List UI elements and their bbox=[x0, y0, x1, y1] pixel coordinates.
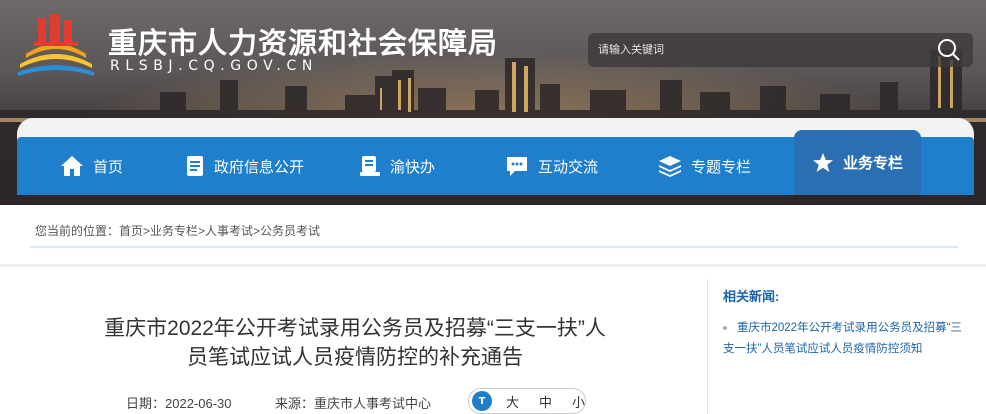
font-size-icon: T bbox=[472, 391, 492, 411]
nav-label: 互动交流 bbox=[538, 157, 599, 176]
search-input[interactable] bbox=[598, 40, 918, 60]
nav-label: 专题专栏 bbox=[691, 157, 752, 176]
home-icon bbox=[61, 156, 83, 176]
font-size-small[interactable]: 小 bbox=[572, 392, 585, 411]
nav-label: 渝快办 bbox=[390, 157, 436, 176]
page: 重庆市人力资源和社会保障局 RLSBJ.CQ.GOV.CN 首页 政府信息公开 … bbox=[0, 0, 986, 414]
nav-label: 政府信息公开 bbox=[214, 157, 305, 176]
article-title-line1: 重庆市2022年公开考试录用公务员及招募“三支一扶”人 bbox=[104, 317, 606, 340]
bullet-icon bbox=[723, 325, 727, 330]
font-size-switcher: T 大 中 小 bbox=[468, 388, 586, 414]
service-icon bbox=[360, 156, 380, 176]
related-news-link[interactable]: 重庆市2022年公开考试录用公务员及招募“三支一扶”人员笔试应试人员疫情防控须知 bbox=[723, 322, 962, 355]
nav-item-interaction[interactable]: 互动交流 bbox=[505, 137, 598, 195]
breadcrumb-path[interactable]: 首页>业务专栏>人事考试>公务员考试 bbox=[119, 222, 320, 239]
site-domain: RLSBJ.CQ.GOV.CN bbox=[110, 58, 318, 74]
nav-item-business[interactable]: 业务专栏 bbox=[794, 130, 922, 195]
nav-item-home[interactable]: 首页 bbox=[60, 137, 123, 195]
nav-item-yukuaiban[interactable]: 渝快办 bbox=[359, 137, 435, 195]
nav-item-gov-info[interactable]: 政府信息公开 bbox=[185, 137, 304, 195]
star-icon bbox=[813, 152, 833, 172]
chat-icon bbox=[507, 157, 527, 176]
nav-label: 首页 bbox=[93, 157, 124, 176]
section-divider bbox=[0, 264, 986, 267]
article-title: 重庆市2022年公开考试录用公务员及招募“三支一扶”人 员笔试应试人员疫情防控的… bbox=[30, 314, 680, 372]
sidebar-divider bbox=[707, 279, 708, 414]
related-heading: 相关新闻: bbox=[723, 289, 780, 304]
article-title-line2: 员笔试应试人员疫情防控的补充通告 bbox=[187, 346, 523, 369]
breadcrumb: 您当前的位置：首页>业务专栏>人事考试>公务员考试 bbox=[30, 222, 958, 248]
search-box bbox=[588, 33, 973, 67]
article-source: 来源：重庆市人事考试中心 bbox=[275, 396, 432, 411]
article-date: 日期：2022-06-30 bbox=[126, 396, 232, 411]
site-title: 重庆市人力资源和社会保障局 bbox=[108, 26, 499, 60]
font-size-medium[interactable]: 中 bbox=[539, 392, 552, 411]
bureau-logo-icon bbox=[18, 14, 94, 76]
main-nav: 首页 政府信息公开 渝快办 互动交流 专题专栏 业务专栏 bbox=[17, 130, 974, 195]
related-news-item[interactable]: 重庆市2022年公开考试录用公务员及招募“三支一扶”人员笔试应试人员疫情防控须知 bbox=[723, 318, 973, 360]
document-icon bbox=[187, 156, 203, 176]
font-size-large[interactable]: 大 bbox=[506, 392, 519, 411]
breadcrumb-prefix: 您当前的位置： bbox=[35, 224, 120, 238]
layers-icon bbox=[659, 156, 681, 177]
nav-item-topics[interactable]: 专题专栏 bbox=[658, 137, 751, 195]
search-icon[interactable] bbox=[935, 37, 963, 63]
nav-label: 业务专栏 bbox=[843, 154, 904, 172]
